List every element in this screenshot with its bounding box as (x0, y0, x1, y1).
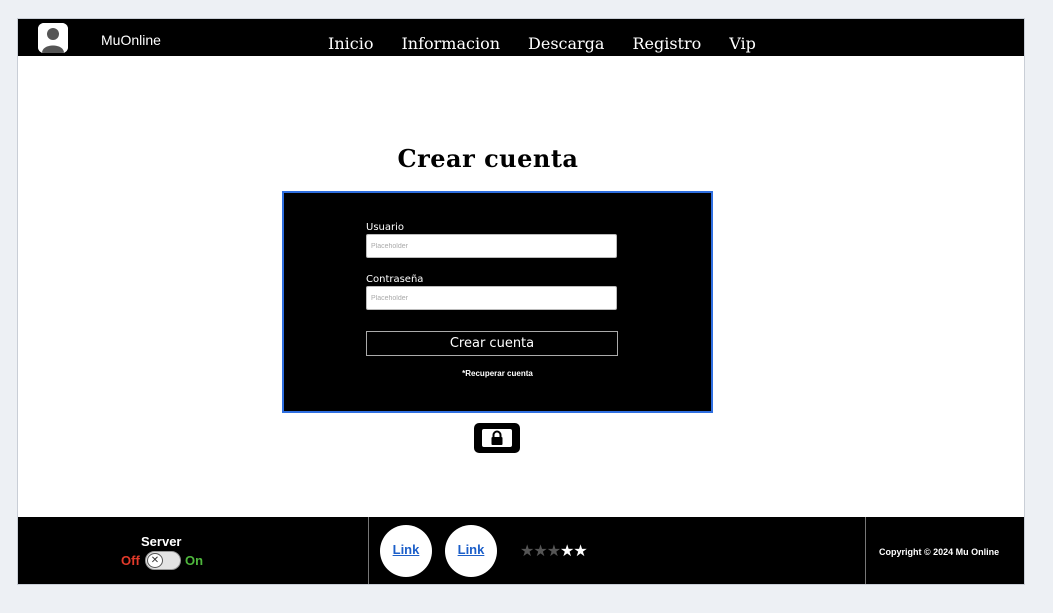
password-label: Contraseña (366, 274, 424, 285)
star-empty-icon[interactable]: ★ (547, 541, 561, 561)
lock-icon (491, 430, 503, 445)
star-filled-icon[interactable]: ★ (560, 541, 574, 561)
footer-link-2[interactable]: Link (458, 542, 485, 557)
close-icon: ✕ (147, 553, 163, 568)
user-avatar-icon[interactable] (38, 23, 68, 53)
register-form: Usuario Contraseña Crear cuenta *Recuper… (282, 191, 713, 413)
brand-name: MuOnline (101, 32, 161, 48)
lock-button[interactable] (474, 423, 520, 453)
lock-screen (482, 429, 512, 447)
page: MuOnline Inicio Informacion Descarga Reg… (17, 18, 1025, 585)
copyright-text: Copyright © 2024 Mu Online (879, 547, 1000, 557)
page-title: Crear cuenta (397, 144, 579, 173)
footer: Server Off ✕ On Link Link ★★★★★ Copyrigh… (18, 517, 1024, 584)
password-input[interactable] (366, 286, 617, 310)
star-empty-icon[interactable]: ★ (520, 541, 534, 561)
top-nav-bar: MuOnline Inicio Informacion Descarga Reg… (18, 19, 1024, 56)
star-empty-icon[interactable]: ★ (533, 541, 547, 561)
footer-link-circle-1[interactable]: Link (380, 525, 432, 577)
nav-link-vip[interactable]: Vip (729, 34, 756, 53)
username-input[interactable] (366, 234, 617, 258)
main-nav: Inicio Informacion Descarga Registro Vip (328, 34, 784, 53)
footer-link-circle-2[interactable]: Link (445, 525, 497, 577)
recover-account-link[interactable]: *Recuperar cuenta (284, 369, 711, 378)
username-label: Usuario (366, 222, 405, 233)
server-title: Server (141, 534, 182, 549)
nav-link-informacion[interactable]: Informacion (401, 34, 500, 53)
server-status-section: Server Off ✕ On (18, 517, 369, 584)
create-account-button[interactable]: Crear cuenta (366, 331, 618, 356)
server-toggle[interactable]: ✕ (145, 551, 181, 570)
star-filled-icon[interactable]: ★ (573, 541, 587, 561)
server-off-label: Off (121, 553, 140, 568)
footer-link-1[interactable]: Link (393, 542, 420, 557)
nav-link-descarga[interactable]: Descarga (528, 34, 604, 53)
nav-link-registro[interactable]: Registro (632, 34, 701, 53)
star-rating[interactable]: ★★★★★ (520, 541, 588, 561)
nav-link-inicio[interactable]: Inicio (328, 34, 373, 53)
copyright-section: Copyright © 2024 Mu Online (865, 517, 1024, 584)
server-on-label: On (185, 553, 204, 568)
